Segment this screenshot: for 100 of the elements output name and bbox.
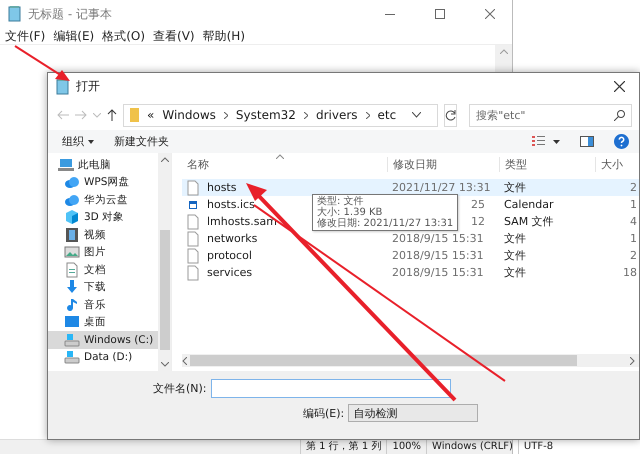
nav-item[interactable]: 下载 bbox=[48, 278, 158, 296]
type-text: 文件 bbox=[504, 232, 526, 245]
pc-icon bbox=[58, 156, 74, 173]
breadcrumb-overflow[interactable]: « bbox=[147, 108, 154, 122]
file-name[interactable]: lmhosts.sam bbox=[207, 215, 277, 228]
folder-icon bbox=[130, 108, 139, 122]
close-icon[interactable] bbox=[485, 9, 495, 19]
file-name[interactable]: protocol bbox=[207, 249, 252, 262]
new-folder-button[interactable]: 新建文件夹 bbox=[114, 134, 169, 149]
chevron-right-icon bbox=[224, 112, 228, 118]
notepad-icon bbox=[55, 78, 70, 94]
refresh-icon bbox=[445, 110, 456, 120]
file-icon bbox=[185, 230, 201, 246]
column-header[interactable]: 修改日期 bbox=[387, 156, 499, 172]
chevron-down-icon bbox=[160, 362, 168, 367]
file-icon bbox=[185, 180, 201, 196]
file-name[interactable]: networks bbox=[207, 232, 258, 245]
music-note-icon bbox=[64, 296, 80, 313]
preview-pane-icon[interactable] bbox=[580, 136, 594, 147]
column-header[interactable]: 名称 bbox=[182, 156, 387, 172]
file-name[interactable]: services bbox=[207, 266, 252, 279]
menu-item[interactable]: 文件(F) bbox=[5, 28, 46, 44]
column-header[interactable]: 类型 bbox=[499, 156, 595, 172]
breadcrumb[interactable]: drivers bbox=[316, 108, 358, 122]
tooltip-line: 大小: 1.39 KB bbox=[317, 207, 384, 218]
nav-item[interactable]: 桌面 bbox=[48, 314, 158, 331]
file-name[interactable]: hosts.ics bbox=[207, 198, 255, 211]
file-icon bbox=[185, 264, 201, 280]
breadcrumb[interactable]: etc bbox=[378, 108, 396, 122]
menu-item[interactable]: 查看(V) bbox=[153, 28, 195, 44]
annotation-arrow bbox=[14, 45, 70, 81]
scrollbar[interactable] bbox=[495, 45, 512, 72]
nav-item[interactable]: 文档 bbox=[48, 261, 158, 278]
field-label: 文件名(N): bbox=[153, 381, 207, 396]
caret-icon[interactable] bbox=[553, 140, 560, 144]
cloud-icon bbox=[64, 174, 80, 190]
window-title: 无标题 - 记事本 bbox=[28, 6, 113, 22]
maximize-icon[interactable] bbox=[435, 9, 445, 19]
date-text: 2018/9/15 15:31 bbox=[392, 232, 484, 245]
drive-icon bbox=[64, 349, 80, 366]
chevron-left-icon bbox=[182, 356, 187, 364]
chevron-right-icon bbox=[304, 112, 308, 118]
type-text: SAM 文件 bbox=[504, 215, 554, 228]
close-icon[interactable] bbox=[614, 81, 624, 92]
encoding-dropdown[interactable]: 自动检测 bbox=[348, 404, 478, 422]
nav-item[interactable]: WPS网盘 bbox=[48, 174, 158, 191]
size-text: 1 bbox=[630, 232, 637, 245]
refresh-button[interactable] bbox=[444, 104, 458, 126]
scrollbar[interactable] bbox=[158, 153, 171, 371]
nav-item[interactable]: 华为云盘 bbox=[48, 191, 158, 208]
scrollbar[interactable] bbox=[182, 354, 639, 367]
date-text: 2021/11/27 13:31 bbox=[392, 181, 491, 194]
size-text: 4 bbox=[630, 215, 637, 228]
nav-item[interactable]: 视频 bbox=[48, 226, 158, 244]
type-text: 文件 bbox=[504, 266, 526, 279]
menu-item[interactable]: 格式(O) bbox=[102, 28, 146, 44]
search-field[interactable]: 搜索"etc" bbox=[469, 104, 632, 126]
search-icon bbox=[614, 110, 626, 120]
column-header[interactable]: 大小 bbox=[595, 156, 639, 172]
chevron-down-icon[interactable] bbox=[412, 112, 422, 118]
size-text: 1 bbox=[630, 198, 637, 211]
picture-icon bbox=[64, 244, 80, 260]
organize-menu-button[interactable]: 组织 bbox=[62, 134, 94, 149]
breadcrumb[interactable]: Windows bbox=[162, 108, 216, 122]
caret-icon bbox=[88, 140, 94, 144]
size-text: 18 bbox=[623, 266, 637, 279]
sort-caret-icon bbox=[276, 154, 284, 159]
menu-item[interactable]: 帮助(H) bbox=[202, 28, 245, 44]
nav-item[interactable]: 图片 bbox=[48, 244, 158, 261]
tooltip-line: 修改日期: 2021/11/27 13:31 bbox=[317, 218, 454, 229]
size-text: 2 bbox=[630, 249, 637, 262]
drive-icon bbox=[64, 332, 80, 348]
file-icon bbox=[185, 214, 201, 230]
help-icon[interactable] bbox=[614, 134, 629, 149]
chevron-up-icon bbox=[160, 157, 168, 162]
menu-item[interactable]: 编辑(E) bbox=[53, 28, 94, 44]
nav-item[interactable]: 此电脑 bbox=[48, 156, 158, 174]
dialog-title: 打开 bbox=[76, 78, 101, 95]
type-text: Calendar bbox=[504, 198, 554, 211]
nav-item[interactable]: Data (D:) bbox=[48, 348, 158, 366]
chevron-right-icon bbox=[630, 356, 635, 364]
cube-icon bbox=[64, 209, 80, 226]
notepad-icon bbox=[7, 6, 22, 22]
field-label: 编码(E): bbox=[303, 406, 344, 420]
file-icon bbox=[185, 248, 201, 264]
nav-item[interactable]: 3D 对象 bbox=[48, 208, 158, 226]
chevron-up-icon bbox=[500, 49, 508, 54]
document-icon bbox=[64, 262, 80, 278]
nav-item[interactable]: 音乐 bbox=[48, 296, 158, 314]
breadcrumb[interactable]: System32 bbox=[236, 108, 296, 122]
tooltip-line: 类型: 文件 bbox=[317, 196, 365, 207]
view-list-icon[interactable] bbox=[532, 136, 545, 147]
filename-field[interactable] bbox=[210, 379, 451, 398]
address-bar[interactable]: « Windows System32 drivers etc bbox=[123, 104, 438, 126]
file-name[interactable]: hosts bbox=[207, 181, 236, 194]
date-text: 12 bbox=[471, 215, 485, 228]
nav-item[interactable]: Windows (C:) bbox=[48, 331, 158, 348]
date-text: 25 bbox=[471, 198, 485, 211]
film-icon bbox=[64, 226, 80, 243]
up-arrow-icon[interactable] bbox=[107, 109, 117, 121]
